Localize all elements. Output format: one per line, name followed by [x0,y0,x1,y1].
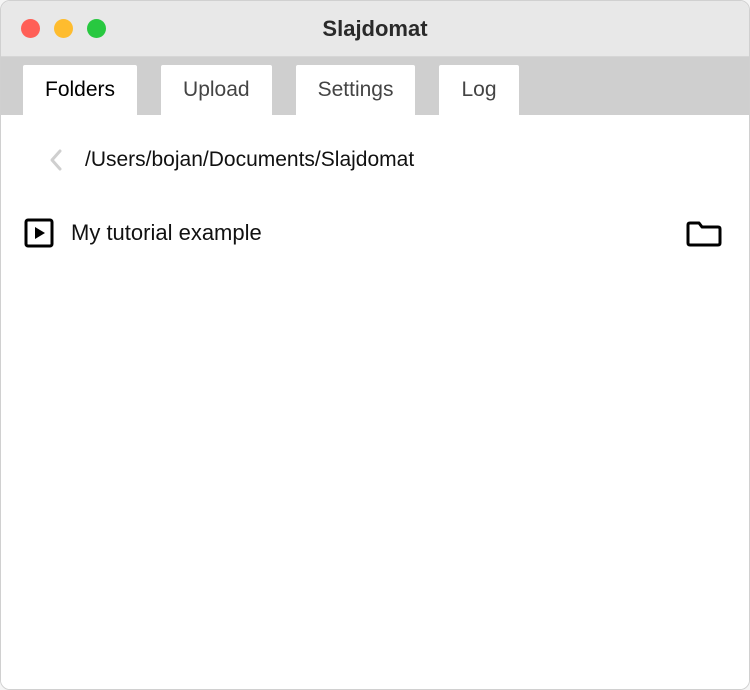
breadcrumb: /Users/bojan/Documents/Slajdomat [23,115,727,205]
list-item[interactable]: My tutorial example [23,205,727,261]
tabbar: Folders Upload Settings Log [1,57,749,115]
folder-icon [685,218,723,248]
titlebar: Slajdomat [1,1,749,57]
tab-label: Log [461,78,496,102]
list-item-left: My tutorial example [23,217,262,249]
maximize-window-button[interactable] [87,19,106,38]
current-path: /Users/bojan/Documents/Slajdomat [85,148,414,172]
content-area: /Users/bojan/Documents/Slajdomat My tuto… [1,115,749,689]
tab-log[interactable]: Log [439,65,518,115]
close-window-button[interactable] [21,19,40,38]
tab-label: Folders [45,78,115,102]
tab-label: Settings [318,78,394,102]
app-window: Slajdomat Folders Upload Settings Log /U… [0,0,750,690]
open-folder-button[interactable] [685,217,723,249]
tab-settings[interactable]: Settings [296,65,416,115]
minimize-window-button[interactable] [54,19,73,38]
chevron-left-icon [49,148,63,172]
tab-upload[interactable]: Upload [161,65,272,115]
tab-folders[interactable]: Folders [23,65,137,115]
list-item-label: My tutorial example [71,220,262,246]
window-title: Slajdomat [1,16,749,42]
window-controls [1,19,106,38]
back-button[interactable] [49,148,63,172]
play-icon [23,217,55,249]
tab-label: Upload [183,78,250,102]
